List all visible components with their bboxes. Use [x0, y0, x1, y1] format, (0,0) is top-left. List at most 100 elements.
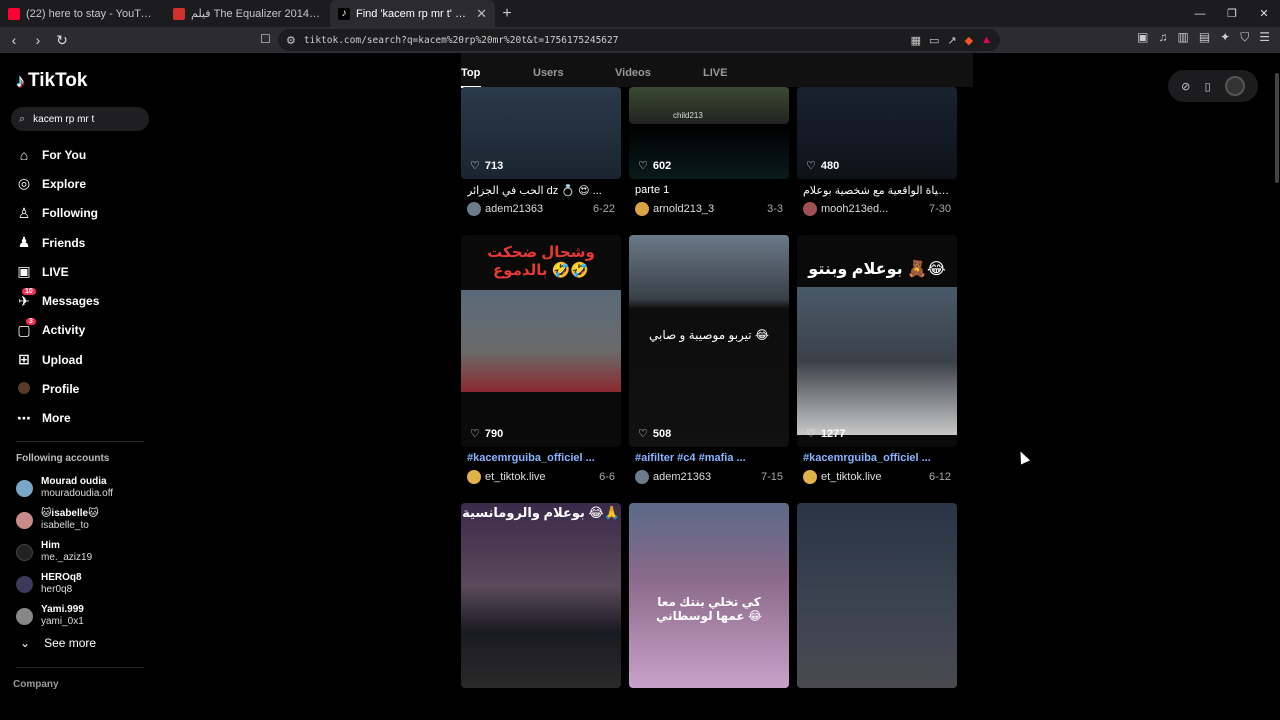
screenshot-icon[interactable]: ▣ [1137, 30, 1148, 45]
user-avatar[interactable] [1224, 76, 1245, 96]
video-caption[interactable]: قواعد الحياة الواقعية مع شخصية بوعلام ..… [803, 184, 953, 197]
video-thumbnail[interactable] [461, 503, 621, 688]
following-account[interactable]: Him me._aziz19 [16, 536, 113, 568]
tiktok-logo[interactable]: ♪ TikTok [16, 70, 87, 92]
following-account[interactable]: Mourad oudia mouradoudia.off [16, 472, 113, 504]
menu-icon[interactable]: ☰ [1259, 30, 1270, 45]
video-card[interactable]: وشحال ضحكت بالدموع 🤣🤣 ♡ 790 #kacemrguiba_… [461, 235, 621, 485]
following-account[interactable]: 🐱isabelle🐱 isabelle_to [16, 504, 113, 536]
back-icon[interactable]: ‹ [4, 32, 24, 48]
reader-off-icon[interactable]: ▦ [911, 34, 921, 47]
brave-shield-icon[interactable]: ◆ [965, 34, 973, 47]
video-author[interactable]: et_tiktok.live [485, 471, 595, 483]
avatar [16, 511, 33, 529]
video-author[interactable]: arnold213_3 [653, 203, 763, 215]
toolbar-right-icons: ▣ ♫ ▥ ▤ ✦ ⛉ ☰ [1137, 30, 1270, 45]
tab-videos[interactable]: Videos [615, 67, 651, 79]
scrollbar[interactable] [1272, 53, 1280, 720]
company-link[interactable]: Company [13, 679, 59, 690]
cast-icon[interactable]: ▭ [929, 34, 939, 47]
video-author[interactable]: mooh213ed... [821, 203, 925, 215]
bookmark-icon[interactable]: ☐ [260, 32, 271, 46]
sidebar-item-more[interactable]: ⋯ More [16, 404, 99, 433]
minimize-icon[interactable]: — [1184, 0, 1216, 27]
compass-icon[interactable]: ⊘ [1181, 80, 1190, 93]
vpn-icon[interactable]: ⛉ [1240, 30, 1249, 45]
following-account[interactable]: Yami.999 yami_0x1 [16, 600, 113, 632]
address-bar[interactable]: ⚙ tiktok.com/search?q=kacem%20rp%20mr%20… [278, 29, 1000, 51]
video-card[interactable]: كي تخلي بنتك معا عمها لوسطاني 😂 [629, 503, 789, 688]
media-icon[interactable]: ♫ [1158, 30, 1167, 45]
video-thumbnail[interactable] [797, 503, 957, 688]
video-card[interactable]: ♡ 480 قواعد الحياة الواقعية مع شخصية بوعل… [797, 87, 957, 220]
video-card[interactable]: بوعلام والرومانسية 😂🙏 [461, 503, 621, 688]
compass-icon: ◎ [17, 175, 31, 192]
sidebar-item-explore[interactable]: ◎ Explore [16, 169, 99, 198]
sidebar-item-live[interactable]: ▣ LIVE [16, 257, 99, 286]
rewards-icon[interactable]: ▲ [981, 34, 992, 46]
browser-tab-tiktok[interactable]: ♪ Find 'kacem rp mr t' on TikTok | ✕ [330, 0, 495, 27]
avatar [635, 202, 649, 216]
tab-live[interactable]: LIVE [703, 67, 727, 79]
thumbnail-text: بوعلام وبنتو 🧸😂 [808, 261, 946, 278]
video-thumbnail[interactable]: child213 [629, 87, 789, 124]
phone-icon[interactable]: ▯ [1205, 80, 1211, 93]
video-caption[interactable]: parte 1 [635, 184, 785, 196]
heart-icon: ♡ [638, 428, 648, 440]
likes-count: ♡ 480 [806, 159, 839, 173]
reload-icon[interactable]: ↻ [52, 32, 72, 49]
browser-tab-youtube[interactable]: (22) here to stay - YouTube [0, 0, 165, 27]
sidebar-item-for-you[interactable]: ⌂ For You [16, 140, 99, 169]
video-author[interactable]: et_tiktok.live [821, 471, 925, 483]
likes-count: ♡ 713 [470, 159, 503, 173]
divider [16, 667, 144, 668]
sidebar-item-label: Activity [42, 323, 86, 338]
sidebar-toggle-icon[interactable]: ▥ [1177, 30, 1188, 45]
messages-icon: ✈ [18, 292, 30, 309]
site-info-icon[interactable]: ⚙ [286, 34, 296, 47]
video-card[interactable] [797, 503, 957, 688]
tab-top[interactable]: Top [461, 67, 480, 79]
sidebar-item-upload[interactable]: ⊞ Upload [16, 345, 99, 374]
see-more-button[interactable]: ⌄ See more [20, 636, 96, 650]
leo-icon[interactable]: ✦ [1220, 30, 1230, 45]
forward-icon[interactable]: › [28, 32, 48, 48]
video-card[interactable]: تيربو موصيبة و صابي 😂 ♡ 508 #aifilter #c4… [629, 235, 789, 485]
heart-icon: ♡ [470, 428, 480, 440]
likes-value: 508 [652, 427, 672, 440]
following-account[interactable]: HEROq8 her0q8 [16, 568, 113, 600]
sidebar-item-label: Explore [42, 176, 87, 191]
search-icon: ⌕ [19, 112, 26, 125]
sidebar-item-following[interactable]: ♙ Following [16, 199, 99, 228]
close-tab-icon[interactable]: ✕ [476, 6, 487, 22]
share-icon[interactable]: ↗ [947, 34, 956, 47]
tab-users[interactable]: Users [533, 67, 564, 79]
sidebar-item-friends[interactable]: ♟ Friends [16, 228, 99, 257]
video-author[interactable]: adem21363 [653, 471, 757, 483]
close-window-icon[interactable]: ✕ [1248, 0, 1280, 27]
account-name: HEROq8 [41, 572, 82, 583]
video-card[interactable]: ♡ 713 الحب في الجزائر dz 💍 😍 ... adem2136… [461, 87, 621, 220]
sidebar-item-label: Messages [42, 294, 100, 309]
scrollbar-thumb[interactable] [1275, 73, 1279, 183]
video-card[interactable]: child213 ♡ 602 parte 1 arnold213_3 3-3 [629, 87, 789, 220]
video-caption[interactable]: #aifilter #c4 #mafia ... [635, 452, 785, 464]
sidebar-item-activity[interactable]: ▢ 3 Activity [16, 316, 99, 345]
video-date: 7-15 [760, 471, 783, 483]
account-name: Mourad oudia [41, 476, 107, 487]
video-caption[interactable]: #kacemrguiba_officiel ... [803, 452, 953, 464]
avatar [16, 543, 33, 561]
video-card[interactable]: بوعلام وبنتو 🧸😂 ♡ 1277 #kacemrguiba_offic… [797, 235, 957, 485]
maximize-icon[interactable]: ❐ [1216, 0, 1248, 27]
wallet-icon[interactable]: ▤ [1199, 30, 1210, 45]
video-caption[interactable]: الحب في الجزائر dz 💍 😍 ... [467, 184, 617, 197]
sidebar-item-messages[interactable]: ✈ 10 Messages [16, 286, 99, 315]
browser-tab-equalizer[interactable]: فيلم The Equalizer 2014 مترجم - شاهـ [165, 0, 330, 27]
sidebar-item-profile[interactable]: Profile [16, 374, 99, 403]
new-tab-button[interactable]: + [495, 5, 519, 23]
video-date: 6-12 [928, 471, 951, 483]
video-caption[interactable]: #kacemrguiba_officiel ... [467, 452, 617, 464]
video-author[interactable]: adem21363 [485, 203, 589, 215]
chevron-down-icon: ⌄ [20, 636, 31, 650]
search-input[interactable]: ⌕ kacem rp mr t [11, 107, 149, 131]
